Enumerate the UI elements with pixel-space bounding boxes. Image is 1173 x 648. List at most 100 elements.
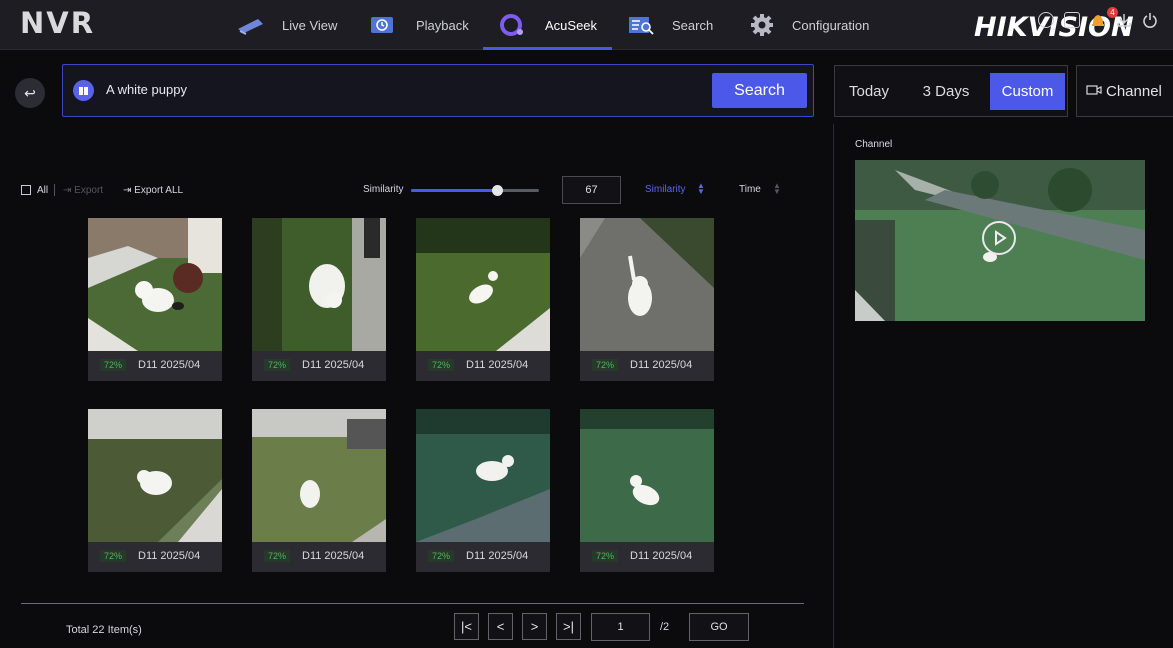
chevron-left-icon: < [496, 619, 505, 634]
result-card[interactable]: 72% D11 2025/04 [416, 409, 550, 572]
nvr-logo: NVR [20, 6, 96, 40]
next-page-button[interactable]: > [522, 613, 547, 640]
nav-live-view[interactable]: Live View [236, 0, 337, 50]
nav-label: Search [672, 17, 714, 33]
search-box[interactable]: A white puppy Search [62, 64, 814, 117]
first-page-button[interactable]: |< [454, 613, 479, 640]
result-card[interactable]: 72% D11 2025/04 [580, 409, 714, 572]
export-icon: ⇥ [123, 185, 135, 196]
sort-time-label: Time [739, 184, 761, 195]
result-card[interactable]: 72% D11 2025/04 [88, 409, 222, 572]
export-all-label: Export ALL [134, 185, 184, 196]
result-label: D11 2025/04 [138, 550, 201, 562]
search-button[interactable]: Search [712, 73, 807, 108]
export-button[interactable]: ⇥ Export [63, 185, 103, 196]
video-camera-icon [1086, 83, 1102, 100]
top-bar: NVR Live View Playback AcuSeek Search Co… [0, 0, 1173, 50]
power-icon[interactable] [1142, 12, 1158, 28]
go-button[interactable]: GO [689, 613, 749, 641]
search-query[interactable]: A white puppy [106, 82, 187, 97]
nav-acuseek[interactable]: AcuSeek [499, 0, 597, 50]
nav-label: Playback [416, 17, 469, 33]
result-meta: 72% D11 2025/04 [416, 542, 550, 572]
result-label: D11 2025/04 [302, 359, 365, 371]
similarity-badge: 72% [264, 359, 291, 371]
divider [54, 184, 55, 196]
sort-by-similarity[interactable]: Similarity [645, 184, 686, 195]
result-thumbnail[interactable] [416, 409, 550, 542]
info-icon[interactable] [1038, 12, 1054, 28]
tab-3-days[interactable]: 3 Days [911, 73, 981, 110]
result-label: D11 2025/04 [630, 550, 693, 562]
nav-search[interactable]: Search [628, 0, 713, 50]
result-thumbnail[interactable] [416, 218, 550, 351]
result-thumbnail[interactable] [88, 218, 222, 351]
nav-playback[interactable]: Playback [370, 0, 469, 50]
select-all-checkbox[interactable] [21, 185, 31, 195]
chevron-right-icon: > [530, 619, 539, 634]
time-range-tabs: Today 3 Days Custom [834, 65, 1068, 117]
sort-toggle-icon[interactable]: ▲ ▼ [773, 182, 781, 196]
nav-label: Live View [282, 17, 338, 33]
page-number-input[interactable]: 1 [591, 613, 650, 641]
result-label: D11 2025/04 [302, 550, 365, 562]
similarity-badge: 72% [428, 550, 455, 562]
download-icon[interactable] [1116, 12, 1132, 28]
last-page-button[interactable]: >| [556, 613, 581, 640]
back-button[interactable]: ↩ [15, 78, 45, 108]
similarity-slider-fill [411, 189, 497, 192]
play-button[interactable] [982, 221, 1016, 255]
result-card[interactable]: 72% D11 2025/04 [252, 409, 386, 572]
result-meta: 72% D11 2025/04 [252, 542, 386, 572]
result-card[interactable]: 72% D11 2025/04 [88, 218, 222, 381]
similarity-badge: 72% [428, 359, 455, 371]
result-card[interactable]: 72% D11 2025/04 [252, 218, 386, 381]
result-thumbnail[interactable] [580, 409, 714, 542]
sort-similarity-label: Similarity [645, 184, 686, 195]
result-card[interactable]: 72% D11 2025/04 [416, 218, 550, 381]
result-label: D11 2025/04 [630, 359, 693, 371]
results-toolbar: All ⇥ Export ⇥ Export ALL Similarity 67 … [21, 176, 801, 204]
result-thumbnail[interactable] [580, 218, 714, 351]
tab-custom[interactable]: Custom [990, 73, 1065, 110]
sort-by-time[interactable]: Time [739, 184, 761, 195]
similarity-slider-handle[interactable] [491, 185, 503, 196]
footer-divider [21, 603, 804, 604]
result-label: D11 2025/04 [466, 359, 529, 371]
similarity-input[interactable]: 67 [562, 176, 621, 204]
panel-divider [833, 124, 834, 648]
nav-label: AcuSeek [545, 17, 598, 33]
alarm-bell-icon[interactable] [1090, 12, 1106, 28]
similarity-badge: 72% [592, 550, 619, 562]
similarity-badge: 72% [100, 359, 127, 371]
playback-icon [370, 15, 394, 35]
result-thumbnail[interactable] [252, 218, 386, 351]
similarity-badge: 72% [592, 359, 619, 371]
export-icon: ⇥ [63, 185, 75, 196]
export-all-button[interactable]: ⇥ Export ALL [123, 185, 183, 196]
nav-configuration[interactable]: Configuration [750, 0, 869, 50]
result-label: D11 2025/04 [466, 550, 529, 562]
last-page-icon: >| [563, 619, 574, 634]
page-total: /2 [660, 621, 670, 633]
channel-button[interactable]: Channel [1076, 65, 1173, 117]
select-all-label[interactable]: All [37, 185, 48, 196]
tab-today[interactable]: Today [841, 73, 897, 110]
result-label: D11 2025/04 [138, 359, 201, 371]
prev-page-button[interactable]: < [488, 613, 513, 640]
top-icon-group [1038, 12, 1158, 28]
result-thumbnail[interactable] [88, 409, 222, 542]
active-tab-indicator [483, 47, 612, 50]
first-page-icon: |< [461, 619, 472, 634]
camera-icon [236, 15, 266, 35]
result-meta: 72% D11 2025/04 [88, 542, 222, 572]
result-card[interactable]: 72% D11 2025/04 [580, 218, 714, 381]
search-list-icon [628, 15, 656, 35]
result-thumbnail[interactable] [252, 409, 386, 542]
sort-desc-icon[interactable]: ▲ ▼ [697, 182, 705, 196]
notification-badge: 4 [1107, 7, 1118, 18]
gear-icon [750, 13, 774, 37]
similarity-badge: 72% [100, 550, 127, 562]
channel-button-label: Channel [1106, 82, 1162, 100]
camera-capture-icon[interactable] [1064, 12, 1080, 28]
